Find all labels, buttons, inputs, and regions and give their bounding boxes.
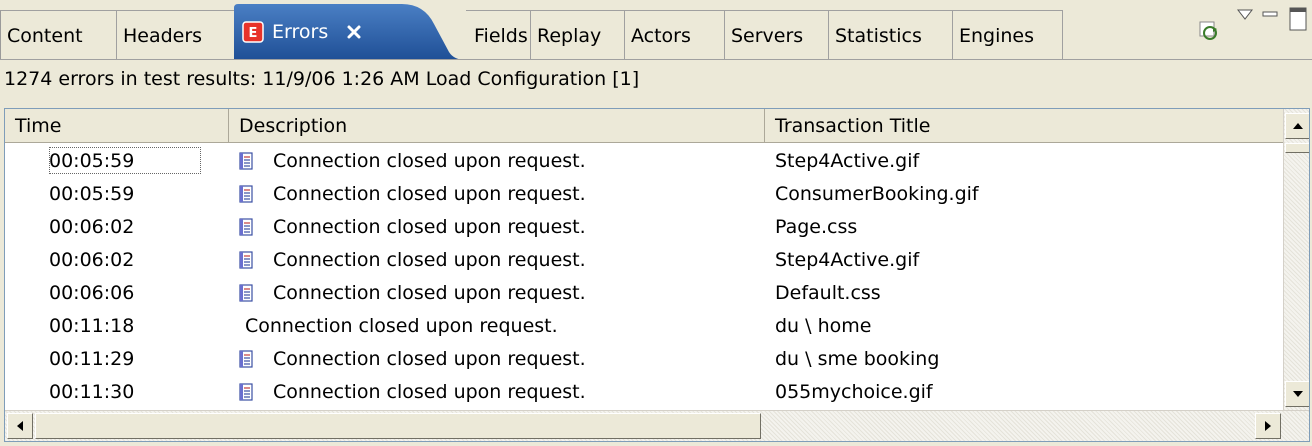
view-menu-icon[interactable]: [1236, 8, 1254, 22]
cell-description: Connection closed upon request.: [239, 309, 558, 342]
tab-label: Servers: [731, 24, 804, 47]
table-row[interactable]: 00:06:02 Connection closed upon request. P…: [5, 210, 1283, 243]
arrow-up-icon: [1293, 123, 1303, 129]
description-text: Connection closed upon request.: [273, 281, 586, 304]
tab-servers[interactable]: Servers: [724, 10, 828, 60]
maximize-icon[interactable]: [1288, 6, 1308, 32]
vertical-scrollbar[interactable]: [1283, 109, 1309, 410]
error-badge-icon: E: [242, 21, 264, 43]
tab-content[interactable]: Content: [0, 10, 116, 60]
scroll-up-button[interactable]: [1285, 113, 1309, 139]
document-icon: [239, 151, 253, 170]
scroll-left-button[interactable]: [7, 413, 33, 439]
cell-transaction-title: du \ sme booking: [775, 347, 940, 370]
cell-transaction-title: ConsumerBooking.gif: [775, 182, 979, 205]
scroll-right-button[interactable]: [1255, 413, 1281, 439]
cell-transaction-title: 055mychoice.gif: [775, 380, 933, 403]
errors-table: Time Description Transaction Title 00:05…: [4, 108, 1310, 442]
cell-time: 00:05:59: [49, 149, 135, 172]
tab-fields[interactable]: Fields: [466, 10, 530, 60]
horizontal-scrollbar[interactable]: [5, 410, 1309, 441]
vertical-scroll-thumb[interactable]: [1285, 143, 1309, 153]
tab-engines[interactable]: Engines: [952, 10, 1062, 60]
tab-label: Replay: [537, 24, 602, 47]
description-text: Connection closed upon request.: [273, 380, 586, 403]
description-text: Connection closed upon request.: [273, 182, 586, 205]
cell-transaction-title: Step4Active.gif: [775, 149, 920, 172]
column-header-transaction-title[interactable]: Transaction Title: [765, 109, 1283, 143]
tab-bar-divider: [1062, 10, 1063, 60]
description-text: Connection closed upon request.: [273, 248, 586, 271]
document-icon: [239, 382, 253, 401]
table-row[interactable]: 00:11:18 Connection closed upon request. d…: [5, 309, 1283, 342]
table-row[interactable]: 00:11:29 Connection closed upon request. d…: [5, 342, 1283, 375]
svg-text:E: E: [249, 26, 258, 41]
cell-description: Connection closed upon request.: [239, 243, 586, 276]
view-tab-bar: Content Headers E Errors Fields Replay A…: [0, 0, 1312, 60]
table-row[interactable]: 00:05:59 Connection closed upon request. C…: [5, 177, 1283, 210]
tab-label: Errors: [272, 21, 329, 43]
cell-description: Connection closed upon request.: [239, 210, 586, 243]
tab-label: Statistics: [835, 24, 922, 47]
cell-time: 00:06:06: [49, 281, 135, 304]
close-tab-icon[interactable]: [346, 24, 362, 40]
cell-description: Connection closed upon request.: [239, 375, 586, 408]
document-icon: [239, 184, 253, 203]
table-row[interactable]: 00:11:30 Connection closed upon request. 0…: [5, 375, 1283, 408]
document-icon: [239, 217, 253, 236]
description-text: Connection closed upon request.: [273, 215, 586, 238]
cell-transaction-title: du \ home: [775, 314, 872, 337]
tab-bar-separator: [0, 59, 1312, 60]
table-header: Time Description Transaction Title: [5, 109, 1283, 143]
cell-time: 00:11:30: [49, 380, 135, 403]
table-body: 00:05:59 Connection closed upon request. S…: [5, 144, 1283, 410]
arrow-right-icon: [1265, 421, 1271, 431]
cell-time: 00:11:29: [49, 347, 135, 370]
tab-label: Headers: [123, 24, 203, 47]
arrow-left-icon: [17, 421, 23, 431]
cell-time: 00:06:02: [49, 248, 135, 271]
cell-time: 00:11:18: [49, 314, 135, 337]
tab-errors[interactable]: E Errors: [234, 4, 466, 60]
column-header-time[interactable]: Time: [5, 109, 229, 143]
tab-label: Engines: [959, 24, 1035, 47]
tab-replay[interactable]: Replay: [530, 10, 624, 60]
cell-time: 00:05:59: [49, 182, 135, 205]
tab-label: Fields: [474, 24, 528, 47]
cell-description: Connection closed upon request.: [239, 144, 586, 177]
description-text: Connection closed upon request.: [245, 314, 558, 337]
cell-description: Connection closed upon request.: [239, 342, 586, 375]
document-icon: [239, 349, 253, 368]
tab-statistics[interactable]: Statistics: [828, 10, 952, 60]
tab-headers[interactable]: Headers: [116, 10, 234, 60]
cell-description: Connection closed upon request.: [239, 276, 586, 309]
tab-label: Actors: [631, 24, 691, 47]
cell-time: 00:06:02: [49, 215, 135, 238]
document-icon: [239, 283, 253, 302]
table-row[interactable]: 00:05:59 Connection closed upon request. S…: [5, 144, 1283, 177]
cell-description: Connection closed upon request.: [239, 177, 586, 210]
document-icon: [239, 250, 253, 269]
horizontal-scroll-thumb[interactable]: [35, 413, 761, 439]
minimize-icon[interactable]: [1262, 8, 1278, 20]
tab-actors[interactable]: Actors: [624, 10, 724, 60]
column-header-description[interactable]: Description: [229, 109, 765, 143]
tab-label: Content: [7, 24, 83, 47]
results-summary: 1274 errors in test results: 11/9/06 1:2…: [4, 68, 640, 90]
table-row[interactable]: 00:06:06 Connection closed upon request. D…: [5, 276, 1283, 309]
cell-transaction-title: Page.css: [775, 215, 858, 238]
scroll-down-button[interactable]: [1285, 381, 1309, 407]
description-text: Connection closed upon request.: [273, 149, 586, 172]
cell-transaction-title: Step4Active.gif: [775, 248, 920, 271]
cell-transaction-title: Default.css: [775, 281, 881, 304]
refresh-icon[interactable]: [1198, 20, 1220, 42]
table-row[interactable]: 00:06:02 Connection closed upon request. S…: [5, 243, 1283, 276]
description-text: Connection closed upon request.: [273, 347, 586, 370]
arrow-down-icon: [1293, 391, 1303, 397]
